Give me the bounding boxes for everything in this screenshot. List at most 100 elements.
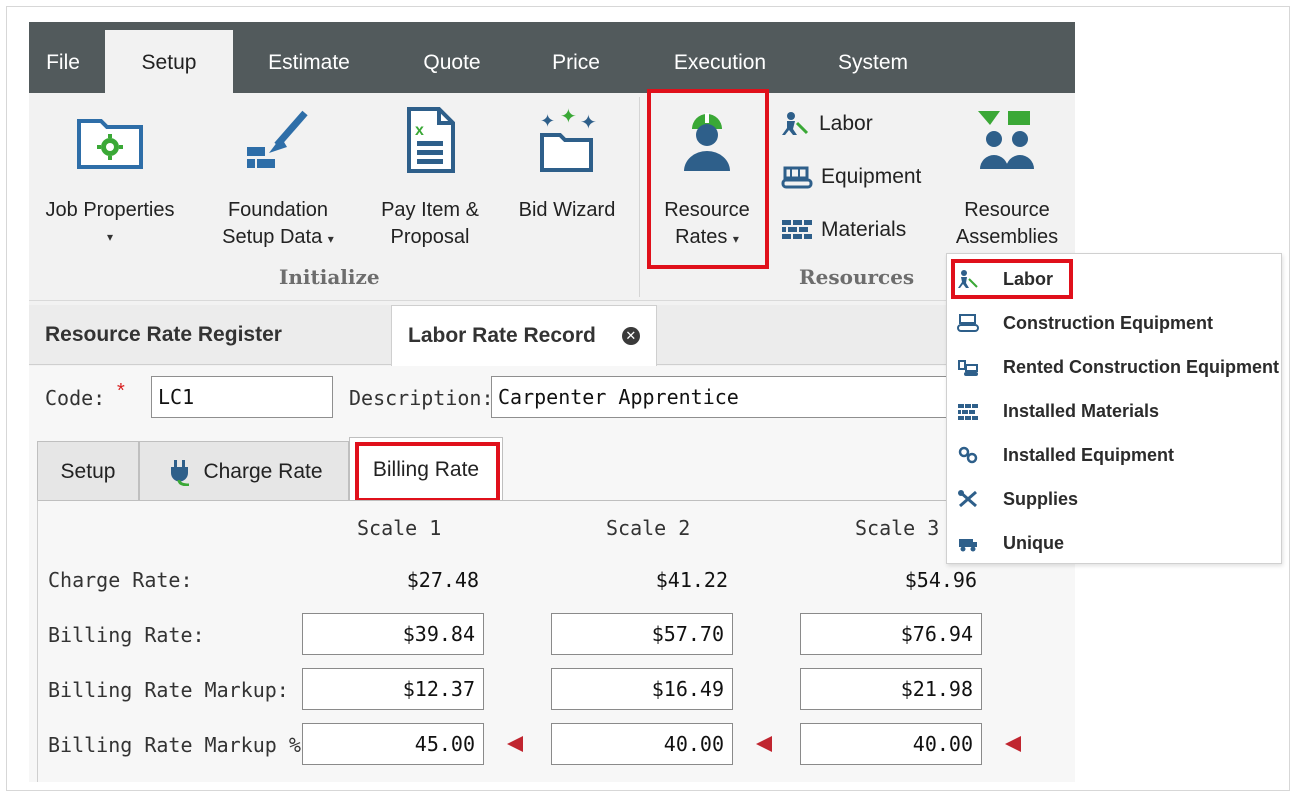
foundation-label-line1: Foundation xyxy=(227,199,329,221)
svg-text:✦: ✦ xyxy=(540,111,555,132)
bid-wizard-label: Bid Wizard xyxy=(518,199,616,221)
resource-assemblies-button[interactable]: Resource Assemblies xyxy=(947,107,1067,251)
chevron-down-icon: ▾ xyxy=(327,232,334,246)
rate-grid: Scale 1 Scale 2 Scale 3 Charge Rate: $27… xyxy=(37,500,1075,782)
charge-rate-scale-2: $41.22 xyxy=(655,568,728,592)
menu-tab-system[interactable]: System xyxy=(819,22,927,93)
code-field[interactable]: LC1 xyxy=(151,376,333,418)
markup-pct-scale-2-field[interactable]: 40.00 xyxy=(551,723,733,765)
column-header-scale-3: Scale 3 xyxy=(855,516,940,540)
app-window: File Setup Estimate Quote Price Executio… xyxy=(29,22,1075,782)
markup-scale-3-field[interactable]: $21.98 xyxy=(800,668,982,710)
dropdown-item-unique[interactable]: Unique xyxy=(947,521,1281,565)
initialize-group-label: Initialize xyxy=(279,265,380,289)
rented-equipment-icon xyxy=(958,360,978,376)
svg-text:✦: ✦ xyxy=(560,107,577,128)
resource-assemblies-label-line2: Assemblies xyxy=(955,226,1059,248)
tab-charge-rate[interactable]: Charge Rate xyxy=(139,441,349,501)
dropdown-item-construction-equipment-label: Construction Equipment xyxy=(1003,312,1213,333)
installed-materials-icon xyxy=(958,404,978,420)
foundation-label-line2: Setup Data xyxy=(222,226,323,248)
required-marker: * xyxy=(117,380,125,402)
labor-label: Labor xyxy=(819,112,873,135)
record-subtabs: Setup Charge Rate Billing Rate xyxy=(37,437,1075,501)
bid-wizard-button[interactable]: ✦ ✦ ✦ Bid Wizard xyxy=(507,107,627,224)
ribbon: Job Properties ▾ Foundation Setup Data ▾ xyxy=(29,89,1075,301)
equipment-icon xyxy=(781,166,813,189)
column-header-scale-2: Scale 2 xyxy=(606,516,691,540)
pay-item-label-line2: Proposal xyxy=(390,226,470,248)
resources-group-label: Resources xyxy=(799,265,915,289)
markup-pct-scale-1-field[interactable]: 45.00 xyxy=(302,723,484,765)
menu-bar: File Setup Estimate Quote Price Executio… xyxy=(29,22,1075,93)
markup-pct-scale-3-field[interactable]: 40.00 xyxy=(800,723,982,765)
billing-rate-label: Billing Rate: xyxy=(48,623,205,647)
equipment-button[interactable]: Equipment xyxy=(781,164,921,190)
menu-tab-execution[interactable]: Execution xyxy=(655,22,785,93)
tab-labor-rate-record[interactable]: Labor Rate Record ✕ xyxy=(391,305,657,366)
dropdown-item-installed-materials[interactable]: Installed Materials xyxy=(947,389,1281,433)
billing-rate-scale-2-field[interactable]: $57.70 xyxy=(551,613,733,655)
column-header-scale-1: Scale 1 xyxy=(357,516,442,540)
tab-charge-rate-label: Charge Rate xyxy=(203,459,323,483)
document-excel-icon: x xyxy=(407,107,455,173)
materials-label: Materials xyxy=(821,218,907,241)
materials-brick-icon xyxy=(782,220,812,239)
billing-rate-markup-pct-label: Billing Rate Markup %: xyxy=(48,733,313,757)
construction-equipment-icon xyxy=(957,314,979,332)
resource-assemblies-label-line1: Resource xyxy=(964,199,1050,221)
billing-rate-scale-3-field[interactable]: $76.94 xyxy=(800,613,982,655)
pay-item-label-line1: Pay Item & xyxy=(381,199,479,221)
charge-rate-scale-3: $54.96 xyxy=(904,568,977,592)
tools-icon xyxy=(958,490,977,508)
unique-vehicle-icon xyxy=(959,539,977,552)
description-label: Description: xyxy=(349,386,494,410)
code-label: Code: xyxy=(45,386,106,410)
billing-rate-scale-1-field[interactable]: $39.84 xyxy=(302,613,484,655)
pay-item-proposal-button[interactable]: x Pay Item & Proposal xyxy=(365,107,495,251)
billing-rate-tab-highlight xyxy=(355,442,500,502)
charge-rate-label: Charge Rate: xyxy=(48,568,193,592)
labor-button[interactable]: Labor xyxy=(781,111,873,137)
gears-icon xyxy=(958,446,978,464)
svg-text:x: x xyxy=(415,122,424,139)
dropdown-item-installed-equipment-label: Installed Equipment xyxy=(1003,444,1175,465)
dropdown-item-installed-equipment[interactable]: Installed Equipment xyxy=(947,433,1281,477)
materials-button[interactable]: Materials xyxy=(781,217,906,243)
close-icon[interactable]: ✕ xyxy=(621,327,640,345)
menu-tab-price[interactable]: Price xyxy=(533,22,619,93)
billing-rate-markup-label: Billing Rate Markup: xyxy=(48,678,289,702)
tab-labor-rate-record-label: Labor Rate Record xyxy=(408,324,596,347)
menu-tab-file[interactable]: File xyxy=(33,22,93,93)
job-properties-button[interactable]: Job Properties ▾ xyxy=(35,107,185,251)
chevron-down-icon: ▾ xyxy=(106,230,114,244)
labor-rate-form: Code: * LC1 Description: Carpenter Appre… xyxy=(29,366,1075,782)
labor-item-highlight xyxy=(951,259,1073,299)
dropdown-item-unique-label: Unique xyxy=(1003,532,1064,553)
tab-setup[interactable]: Setup xyxy=(37,441,139,501)
dropdown-item-supplies[interactable]: Supplies xyxy=(947,477,1281,521)
foundation-setup-data-button[interactable]: Foundation Setup Data ▾ xyxy=(203,107,353,253)
markup-pct-scale-2-indicator-icon[interactable] xyxy=(756,736,772,752)
job-properties-label: Job Properties xyxy=(45,199,175,221)
markup-scale-1-field[interactable]: $12.37 xyxy=(302,668,484,710)
resource-assemblies-icon xyxy=(978,111,1034,169)
dropdown-item-construction-equipment[interactable]: Construction Equipment xyxy=(947,301,1281,345)
wizard-stars-folder-icon: ✦ ✦ ✦ xyxy=(540,107,597,172)
markup-pct-scale-3-indicator-icon[interactable] xyxy=(1005,736,1021,752)
dropdown-item-supplies-label: Supplies xyxy=(1003,488,1079,509)
markup-pct-scale-1-indicator-icon[interactable] xyxy=(507,736,523,752)
menu-tab-estimate[interactable]: Estimate xyxy=(249,22,369,93)
document-tabs: Resource Rate Register Labor Rate Record… xyxy=(29,305,1075,366)
markup-scale-2-field[interactable]: $16.49 xyxy=(551,668,733,710)
menu-tab-quote[interactable]: Quote xyxy=(399,22,505,93)
menu-tab-setup[interactable]: Setup xyxy=(105,30,233,93)
ribbon-separator xyxy=(639,97,640,297)
charge-rate-scale-1: $27.48 xyxy=(406,568,479,592)
foundation-brick-icon xyxy=(247,110,308,168)
resource-rates-highlight xyxy=(647,89,769,269)
labor-worker-icon xyxy=(782,112,809,135)
folder-gear-icon xyxy=(77,119,143,169)
dropdown-item-rented-construction-equipment[interactable]: Rented Construction Equipment xyxy=(947,345,1281,389)
tab-resource-rate-register[interactable]: Resource Rate Register xyxy=(45,305,282,365)
